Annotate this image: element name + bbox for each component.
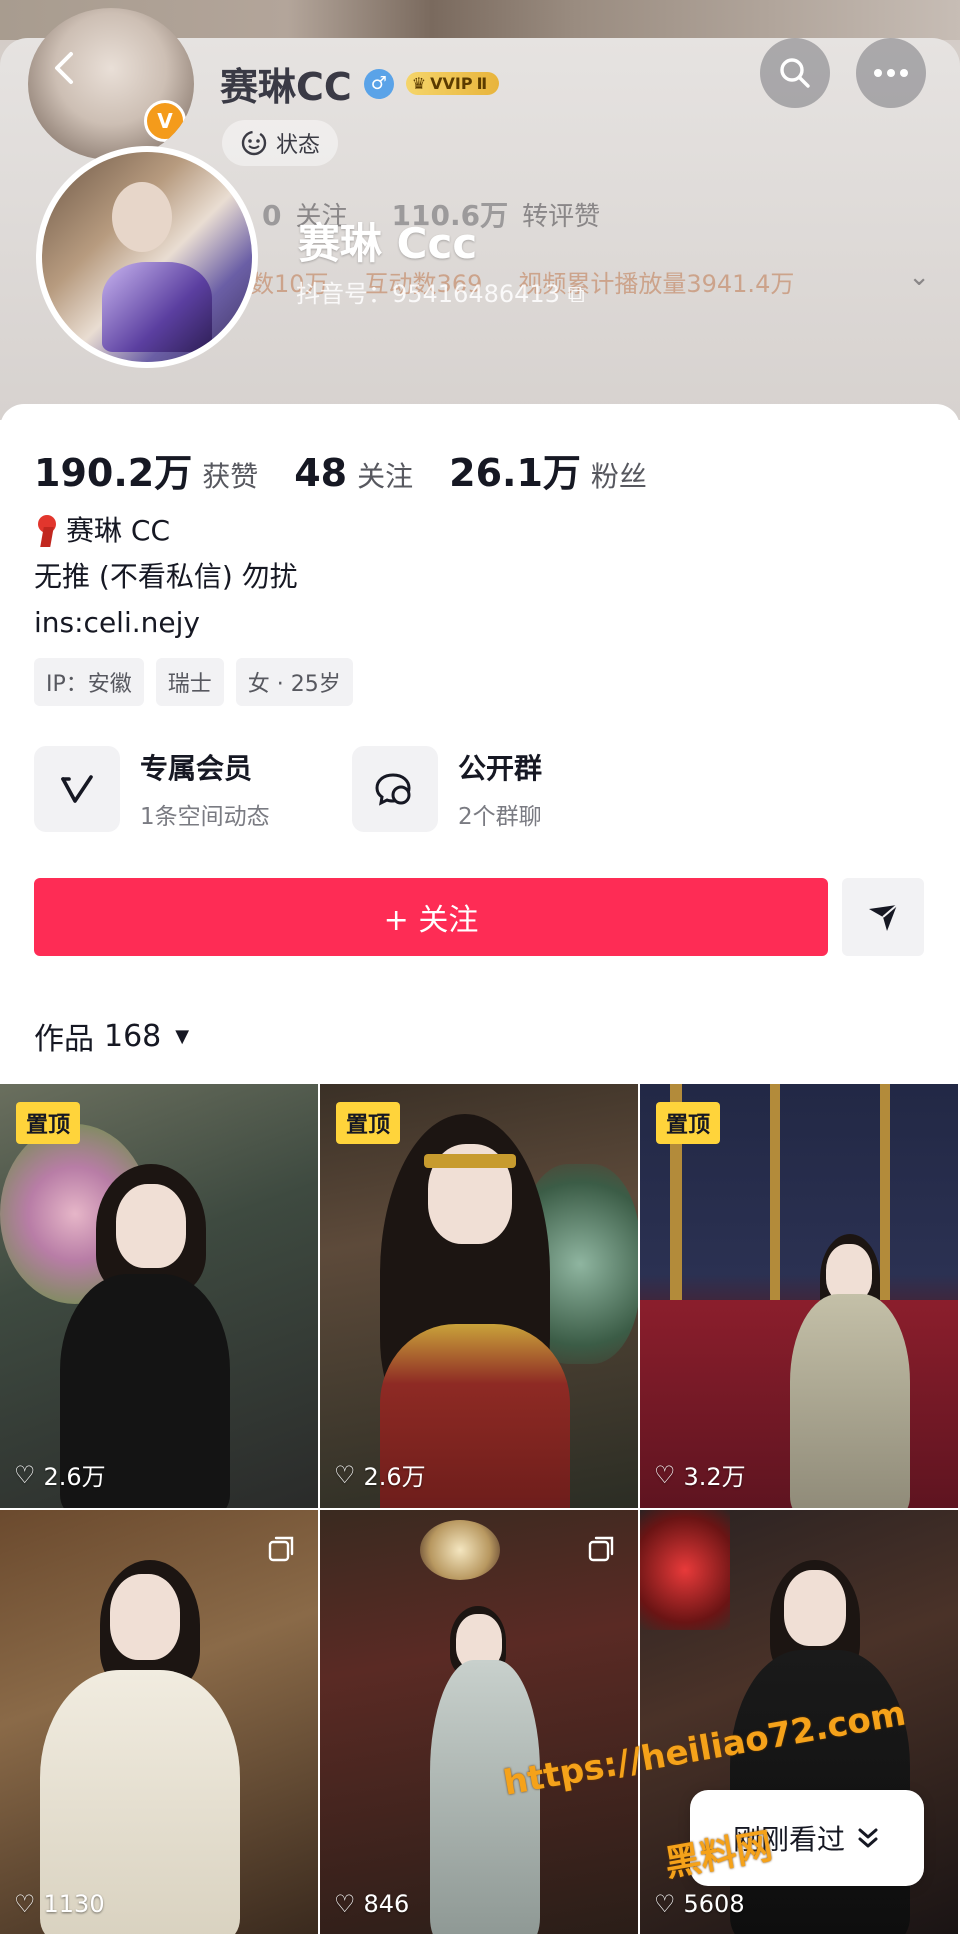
avatar-dress [102,262,212,352]
pinned-badge: 置顶 [336,1102,401,1144]
video-tile[interactable]: 置顶 ♡ 3.2万 [640,1084,958,1508]
verified-badge: V [144,100,186,142]
heart-icon: ♡ [14,1890,36,1918]
tag-ip: IP：安徽 [34,658,144,706]
video-likes: ♡ 2.6万 [14,1457,106,1492]
works-count: 168 [104,1018,162,1054]
video-tile[interactable]: ♡ 846 [320,1510,638,1934]
video-tile[interactable]: ♡ 1130 [0,1510,318,1934]
status-button[interactable]: 状态 [222,120,339,166]
stat-fans[interactable]: 26.1万 粉丝 [449,442,647,497]
more-button[interactable] [856,38,926,108]
avatar-face [112,182,172,252]
tag-gender-age: 女 · 25岁 [235,658,353,706]
stat-following[interactable]: 48 关注 [294,451,413,495]
profile-header: V 赛琳CC ♂ ♛ VVIP Ⅱ 状态 0 关注 110.6万 转评赞 数10… [0,0,960,420]
likes-count: 2.6万 [363,1463,426,1491]
ribbon-emoji-icon [34,515,60,547]
tag-location: 瑞士 [155,658,224,706]
multi-image-icon [588,1536,614,1562]
follow-button[interactable]: + 关注 [34,878,828,956]
member-card-sub: 1条空间动态 [140,804,270,830]
ghost-reposts-label: 转评赞 [522,202,601,232]
group-card[interactable]: 公开群 2个群聊 [352,746,670,832]
heart-icon: ♡ [334,1460,356,1489]
smiley-status-icon [241,130,267,156]
caret-down-icon: ▼ [175,1025,190,1047]
douyin-id-text: 抖音号：95416486413 [296,280,560,308]
group-card-title: 公开群 [458,752,543,785]
stat-label: 获赞 [202,460,259,493]
bio-text-1: 赛琳 CC [66,514,171,547]
stats-row: 190.2万 获赞 48 关注 26.1万 粉丝 [34,442,683,497]
multi-image-icon [268,1536,294,1562]
heart-icon: ♡ [654,1460,676,1489]
video-likes: ♡ 5608 [654,1890,745,1918]
stat-num: 48 [294,451,348,495]
heart-icon: ♡ [654,1890,676,1918]
heart-icon: ♡ [14,1460,36,1489]
ghost-following-num: 0 [262,199,282,232]
copy-icon[interactable]: ⧉ [568,280,585,308]
bio-text-2: 无推 (不看私信) 勿扰 [34,560,298,593]
follow-label: + 关注 [383,903,479,938]
vip-label: VVIP [430,74,473,93]
stat-label: 关注 [357,460,414,493]
vvip-badge[interactable]: ♛ VVIP Ⅱ [405,72,500,95]
likes-count: 5608 [683,1890,745,1918]
back-button[interactable] [46,48,90,92]
video-likes: ♡ 846 [334,1890,409,1918]
likes-count: 1130 [43,1890,105,1918]
header-username: 赛琳CC [220,65,352,109]
header-name-row: 赛琳CC ♂ ♛ VVIP Ⅱ [220,56,500,111]
video-likes: ♡ 3.2万 [654,1457,746,1492]
more-icon [874,69,908,77]
stat-likes: 190.2万 获赞 [34,442,258,497]
profile-sheet: 190.2万 获赞 48 关注 26.1万 粉丝 赛琳 CC 无推 (不看私信)… [0,404,960,1084]
send-icon [869,904,898,931]
video-likes: ♡ 2.6万 [334,1457,426,1492]
nickname: 赛琳 Ccc [298,219,478,268]
pinned-badge: 置顶 [656,1102,721,1144]
vip-level: Ⅱ [476,74,488,93]
video-tile[interactable]: 置顶 ♡ 2.6万 [0,1084,318,1508]
works-label: 作品 [34,1022,94,1057]
douyin-id[interactable]: 抖音号：95416486413 ⧉ [296,274,585,309]
stat-num: 26.1万 [449,451,581,495]
bio: 赛琳 CC 无推 (不看私信) 勿扰 ins:celi.nejy [34,508,298,646]
search-icon [780,58,810,88]
chevron-left-icon [55,52,73,84]
member-card[interactable]: 专属会员 1条空间动态 [34,746,352,832]
group-chat-icon [352,746,438,832]
likes-count: 3.2万 [683,1463,746,1491]
gender-male-icon: ♂ [363,68,394,99]
double-chevron-down-icon [858,1828,878,1848]
video-tile[interactable]: 置顶 ♡ 2.6万 [320,1084,638,1508]
likes-count: 2.6万 [43,1463,106,1491]
bio-text-3: ins:celi.nejy [34,606,200,639]
status-label: 状态 [276,133,321,158]
expand-chevron-icon[interactable]: ⌄ [908,262,930,292]
heart-icon: ♡ [334,1890,356,1918]
profile-tags: IP：安徽 瑞士 女 · 25岁 [34,658,353,706]
likes-count: 846 [363,1890,410,1918]
feature-cards: 专属会员 1条空间动态 公开群 2个群聊 [34,746,670,832]
message-button[interactable] [842,878,924,956]
bio-line-1: 赛琳 CC [34,508,298,554]
crown-icon: ♛ [411,74,427,93]
vip-v-icon [34,746,120,832]
member-card-title: 专属会员 [140,752,253,785]
search-button[interactable] [760,38,830,108]
pinned-badge: 置顶 [16,1102,81,1144]
works-tab[interactable]: 作品 168 ▼ [34,1014,189,1058]
video-likes: ♡ 1130 [14,1890,105,1918]
group-card-sub: 2个群聊 [458,804,542,830]
avatar[interactable] [36,146,258,368]
stat-num: 190.2万 [34,451,193,495]
stat-label: 粉丝 [590,460,647,493]
